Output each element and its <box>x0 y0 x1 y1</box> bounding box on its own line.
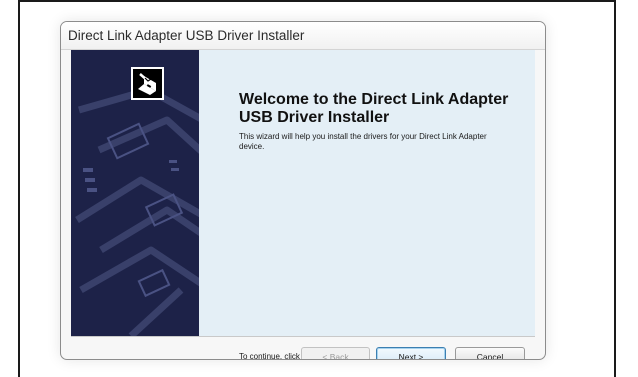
cancel-button[interactable]: Cancel <box>455 347 525 359</box>
installer-window: Direct Link Adapter USB Driver Installer <box>60 21 546 360</box>
usb-installer-icon <box>131 67 164 100</box>
side-banner <box>71 50 199 336</box>
window-title: Direct Link Adapter USB Driver Installer <box>68 28 305 43</box>
next-button[interactable]: Next > <box>376 347 446 359</box>
wizard-description: This wizard will help you install the dr… <box>239 132 487 151</box>
wizard-content: Welcome to the Direct Link Adapter USB D… <box>71 50 535 359</box>
back-button[interactable]: < Back <box>301 347 370 359</box>
title-bar[interactable]: Direct Link Adapter USB Driver Installer <box>61 22 545 50</box>
welcome-heading: Welcome to the Direct Link Adapter USB D… <box>239 91 509 126</box>
